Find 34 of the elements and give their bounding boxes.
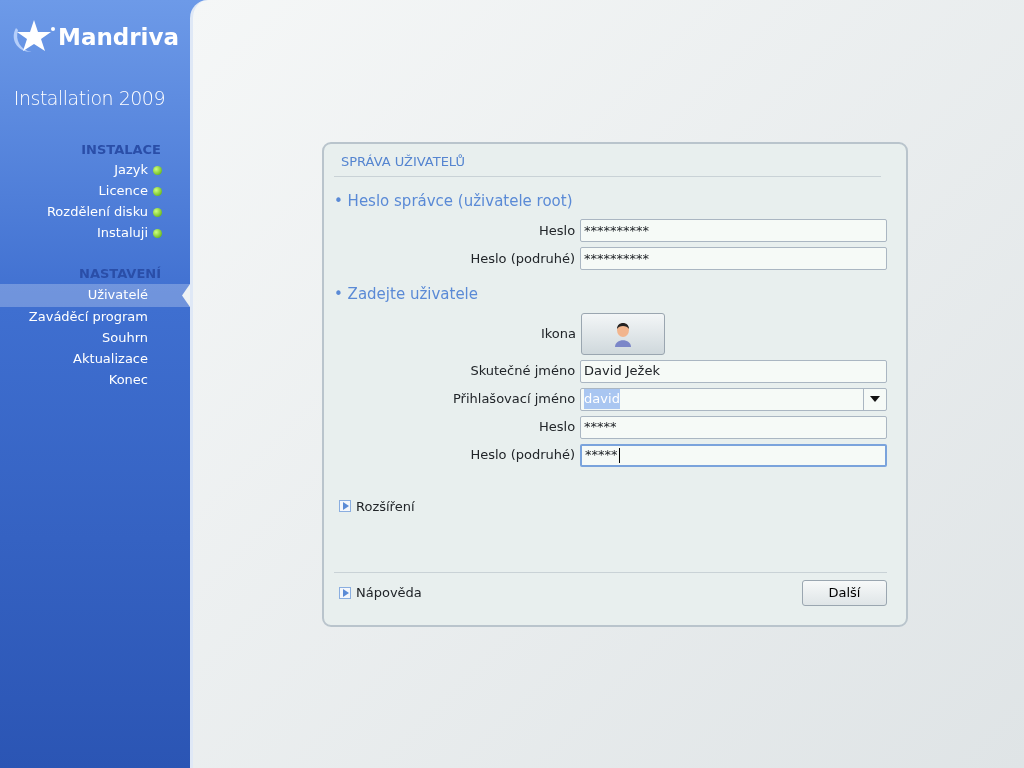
field-label: Heslo: [538, 221, 576, 240]
step-item[interactable]: Jazyk: [0, 159, 190, 181]
field-label: Heslo (podruhé): [469, 446, 576, 465]
section-heading: • Heslo správce (uživatele root): [334, 190, 574, 212]
step-item[interactable]: Souhrn: [0, 327, 190, 349]
field-label: Heslo (podruhé): [469, 249, 576, 268]
field-label: Skutečné jméno: [469, 362, 576, 381]
logo-text: Mandriva: [58, 22, 179, 52]
step-item[interactable]: Konec: [0, 369, 190, 391]
step-item[interactable]: Zaváděcí program: [0, 306, 190, 328]
field-label: Ikona: [539, 324, 576, 343]
input-field[interactable]: David Ježek: [580, 359, 887, 383]
product-title: Installation 2009: [12, 86, 166, 111]
panel-title: SPRÁVA UŽIVATELŮ: [334, 144, 881, 177]
section-heading: • Zadejte uživatele: [334, 284, 479, 305]
user-icon: [613, 320, 633, 347]
dropdown-arrow-icon: [870, 396, 880, 402]
step-item[interactable]: Aktualizace: [0, 348, 190, 370]
field-label: Přihlašovací jméno: [451, 390, 576, 409]
password-field[interactable]: **********: [580, 247, 887, 270]
next-button[interactable]: Další: [802, 580, 887, 606]
avatar-button[interactable]: [581, 312, 665, 355]
step-item[interactable]: Uživatelé: [0, 283, 190, 307]
field-label: Heslo: [538, 418, 576, 437]
expander-toggle[interactable]: Nápověda: [334, 583, 422, 603]
step-item[interactable]: Rozdělení disku: [0, 201, 190, 223]
step-item[interactable]: Licence: [0, 180, 190, 202]
expander-toggle[interactable]: Rozšíření: [334, 496, 887, 516]
password-field[interactable]: *****: [580, 443, 887, 467]
section-heading: INSTALACE: [80, 140, 162, 159]
step-item[interactable]: Instaluji: [0, 222, 190, 244]
pointer-notch-icon: [182, 283, 190, 307]
password-field[interactable]: *****: [580, 415, 887, 439]
password-field[interactable]: **********: [580, 219, 887, 242]
